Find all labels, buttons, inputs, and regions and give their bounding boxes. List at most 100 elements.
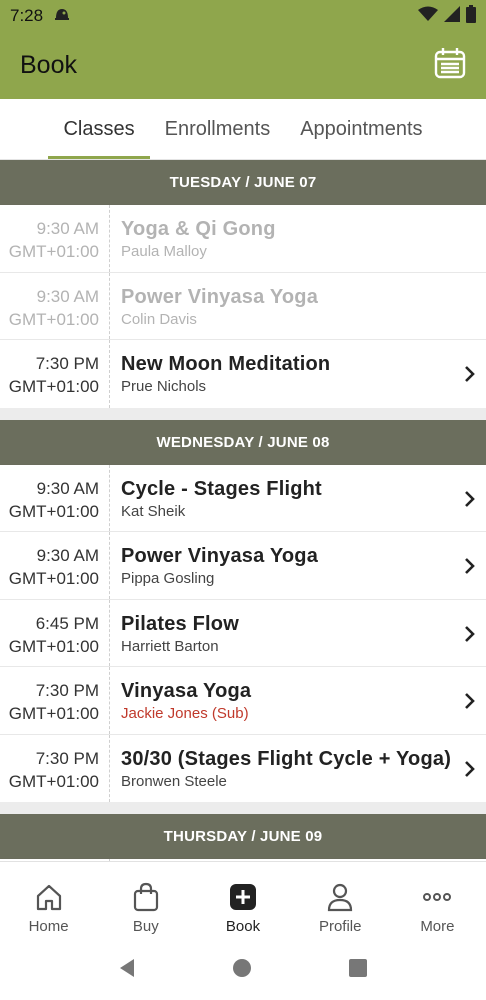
chevron-right-icon bbox=[460, 757, 480, 781]
class-info: 30/30 (Stages Flight Cycle + Yoga) Bronw… bbox=[110, 735, 486, 803]
home-icon bbox=[35, 880, 63, 914]
person-icon bbox=[326, 880, 354, 914]
recents-icon[interactable] bbox=[348, 958, 368, 983]
class-row[interactable]: 7:30 PM GMT+01:00 Vinyasa Yoga Jackie Jo… bbox=[0, 667, 486, 735]
class-start-time: 7:30 PM bbox=[35, 748, 99, 768]
day-header: WEDNESDAY / JUNE 08 bbox=[0, 419, 486, 465]
class-timezone: GMT+01:00 bbox=[8, 242, 99, 261]
more-dots-icon bbox=[422, 880, 452, 914]
class-timezone: GMT+01:00 bbox=[8, 771, 99, 791]
nav-book-label: Book bbox=[225, 918, 261, 935]
chevron-right-icon bbox=[460, 622, 480, 646]
class-time: 7:30 PM GMT+01:00 bbox=[0, 734, 110, 802]
class-name: Yoga & Qi Gong bbox=[121, 218, 276, 240]
day-header: TUESDAY / JUNE 07 bbox=[0, 160, 486, 205]
class-time: 7:30 PM GMT+01:00 bbox=[0, 340, 110, 408]
class-start-time: 7:30 PM bbox=[35, 354, 99, 373]
nav-more-label: More bbox=[420, 918, 455, 935]
home-circle-icon[interactable] bbox=[232, 958, 252, 983]
status-bar: 7:28 bbox=[0, 0, 486, 32]
wifi-icon bbox=[418, 6, 438, 27]
class-row[interactable]: 7:30 PM GMT+01:00 30/30 (Stages Flight C… bbox=[0, 734, 486, 803]
calendar-icon bbox=[434, 47, 466, 84]
battery-icon bbox=[466, 4, 476, 28]
class-instructor: Prue Nichols bbox=[121, 378, 207, 395]
class-instructor: Bronwen Steele bbox=[121, 772, 227, 790]
class-name: Vinyasa Yoga bbox=[121, 680, 252, 702]
class-time: 6:45 PM GMT+01:00 bbox=[0, 599, 110, 666]
class-row[interactable]: 9:30 AM GMT+01:00 Yoga & Qi Gong Paula M… bbox=[0, 205, 486, 273]
class-instructor: Paula Malloy bbox=[121, 243, 207, 260]
class-start-time: 6:45 PM bbox=[35, 613, 99, 633]
class-name: Power Vinyasa Yoga bbox=[121, 545, 319, 567]
class-timezone: GMT+01:00 bbox=[8, 569, 99, 588]
chevron-right-icon bbox=[460, 487, 480, 511]
class-start-time: 7:30 PM bbox=[35, 681, 99, 700]
class-row[interactable]: 9:30 AM GMT+01:00 Power Vinyasa Yoga Col… bbox=[0, 272, 486, 340]
shopping-bag-icon bbox=[132, 880, 160, 914]
class-instructor-sub: Jackie Jones (Sub) bbox=[121, 705, 249, 722]
tab-enrollments-label: Enrollments bbox=[164, 117, 271, 140]
class-name: New Moon Meditation bbox=[121, 353, 331, 375]
tab-appointments-label: Appointments bbox=[300, 117, 423, 140]
app-bar: Book bbox=[0, 32, 486, 99]
signal-icon bbox=[444, 5, 460, 27]
tab-classes-label: Classes bbox=[63, 117, 135, 140]
nav-buy-label: Buy bbox=[132, 918, 159, 935]
chevron-right-icon bbox=[460, 554, 480, 578]
class-row[interactable]: 7:30 PM GMT+01:00 New Moon Meditation Pr… bbox=[0, 340, 486, 408]
day-class-list: 9:30 AM GMT+01:00 Yoga & Qi Gong Paula M… bbox=[0, 205, 486, 408]
nav-home-label: Home bbox=[28, 918, 69, 935]
plus-square-icon bbox=[229, 880, 257, 914]
page-title: Book bbox=[20, 51, 77, 79]
system-nav-bar bbox=[0, 941, 486, 1000]
class-time: 9:30 AM GMT+01:00 bbox=[0, 532, 110, 599]
class-time: 9:30 AM GMT+01:00 bbox=[0, 272, 110, 339]
class-timezone: GMT+01:00 bbox=[8, 636, 99, 656]
class-row[interactable]: 9:30 AM GMT+01:00 Power Vinyasa Yoga Pip… bbox=[0, 532, 486, 600]
class-row[interactable]: 9:30 AM GMT+01:00 Cycle - Stages Flight … bbox=[0, 464, 486, 532]
class-start-time: 9:30 AM bbox=[36, 478, 99, 498]
nav-buy[interactable]: Buy bbox=[97, 862, 194, 941]
class-info: Yoga & Qi Gong Paula Malloy bbox=[110, 205, 486, 272]
back-icon[interactable] bbox=[118, 958, 136, 983]
class-info: Pilates Flow Harriett Barton bbox=[110, 600, 486, 667]
status-time: 7:28 bbox=[10, 6, 44, 25]
class-name: Power Vinyasa Yoga bbox=[121, 285, 319, 308]
class-start-time: 9:30 AM bbox=[36, 219, 99, 238]
class-info: Power Vinyasa Yoga Colin Davis bbox=[110, 273, 486, 340]
nav-more[interactable]: More bbox=[389, 862, 486, 941]
tab-classes[interactable]: Classes bbox=[48, 99, 150, 159]
class-instructor: Colin Davis bbox=[121, 310, 197, 328]
nav-book[interactable]: Book bbox=[194, 862, 291, 941]
class-name: Cycle - Stages Flight bbox=[121, 477, 322, 500]
class-time: 9:30 AM GMT+01:00 bbox=[0, 205, 110, 272]
class-row[interactable]: 6:45 PM GMT+01:00 Pilates Flow Harriett … bbox=[0, 599, 486, 667]
class-name: 30/30 (Stages Flight Cycle + Yoga) bbox=[121, 747, 452, 770]
class-time: 9:30 AM GMT+01:00 bbox=[0, 464, 110, 531]
tab-bar: Classes Enrollments Appointments bbox=[0, 99, 486, 160]
nav-home[interactable]: Home bbox=[0, 862, 97, 941]
notification-icon bbox=[53, 6, 71, 27]
calendar-button[interactable] bbox=[434, 47, 466, 84]
day-class-list: 9:30 AM GMT+01:00 Cycle - Stages Flight … bbox=[0, 464, 486, 803]
class-start-time: 9:30 AM bbox=[36, 546, 99, 565]
class-instructor: Kat Sheik bbox=[121, 502, 186, 520]
tab-enrollments[interactable]: Enrollments bbox=[150, 99, 286, 159]
tab-appointments[interactable]: Appointments bbox=[285, 99, 437, 159]
class-info: Cycle - Stages Flight Kat Sheik bbox=[110, 465, 486, 532]
bottom-nav: Home Buy Book Profile More bbox=[0, 861, 486, 941]
class-instructor: Harriett Barton bbox=[121, 637, 219, 655]
nav-profile[interactable]: Profile bbox=[292, 862, 389, 941]
class-name: Pilates Flow bbox=[121, 612, 239, 635]
class-start-time: 9:30 AM bbox=[36, 286, 99, 306]
class-info: Vinyasa Yoga Jackie Jones (Sub) bbox=[110, 667, 486, 734]
day-separator bbox=[0, 407, 486, 420]
class-timezone: GMT+01:00 bbox=[8, 309, 99, 329]
class-time: 7:30 PM GMT+01:00 bbox=[0, 667, 110, 734]
class-schedule-list[interactable]: TUESDAY / JUNE 07 9:30 AM GMT+01:00 Yoga… bbox=[0, 160, 486, 861]
class-timezone: GMT+01:00 bbox=[8, 377, 99, 396]
class-info: Power Vinyasa Yoga Pippa Gosling bbox=[110, 532, 486, 599]
nav-profile-label: Profile bbox=[318, 918, 362, 935]
chevron-right-icon bbox=[460, 689, 480, 713]
